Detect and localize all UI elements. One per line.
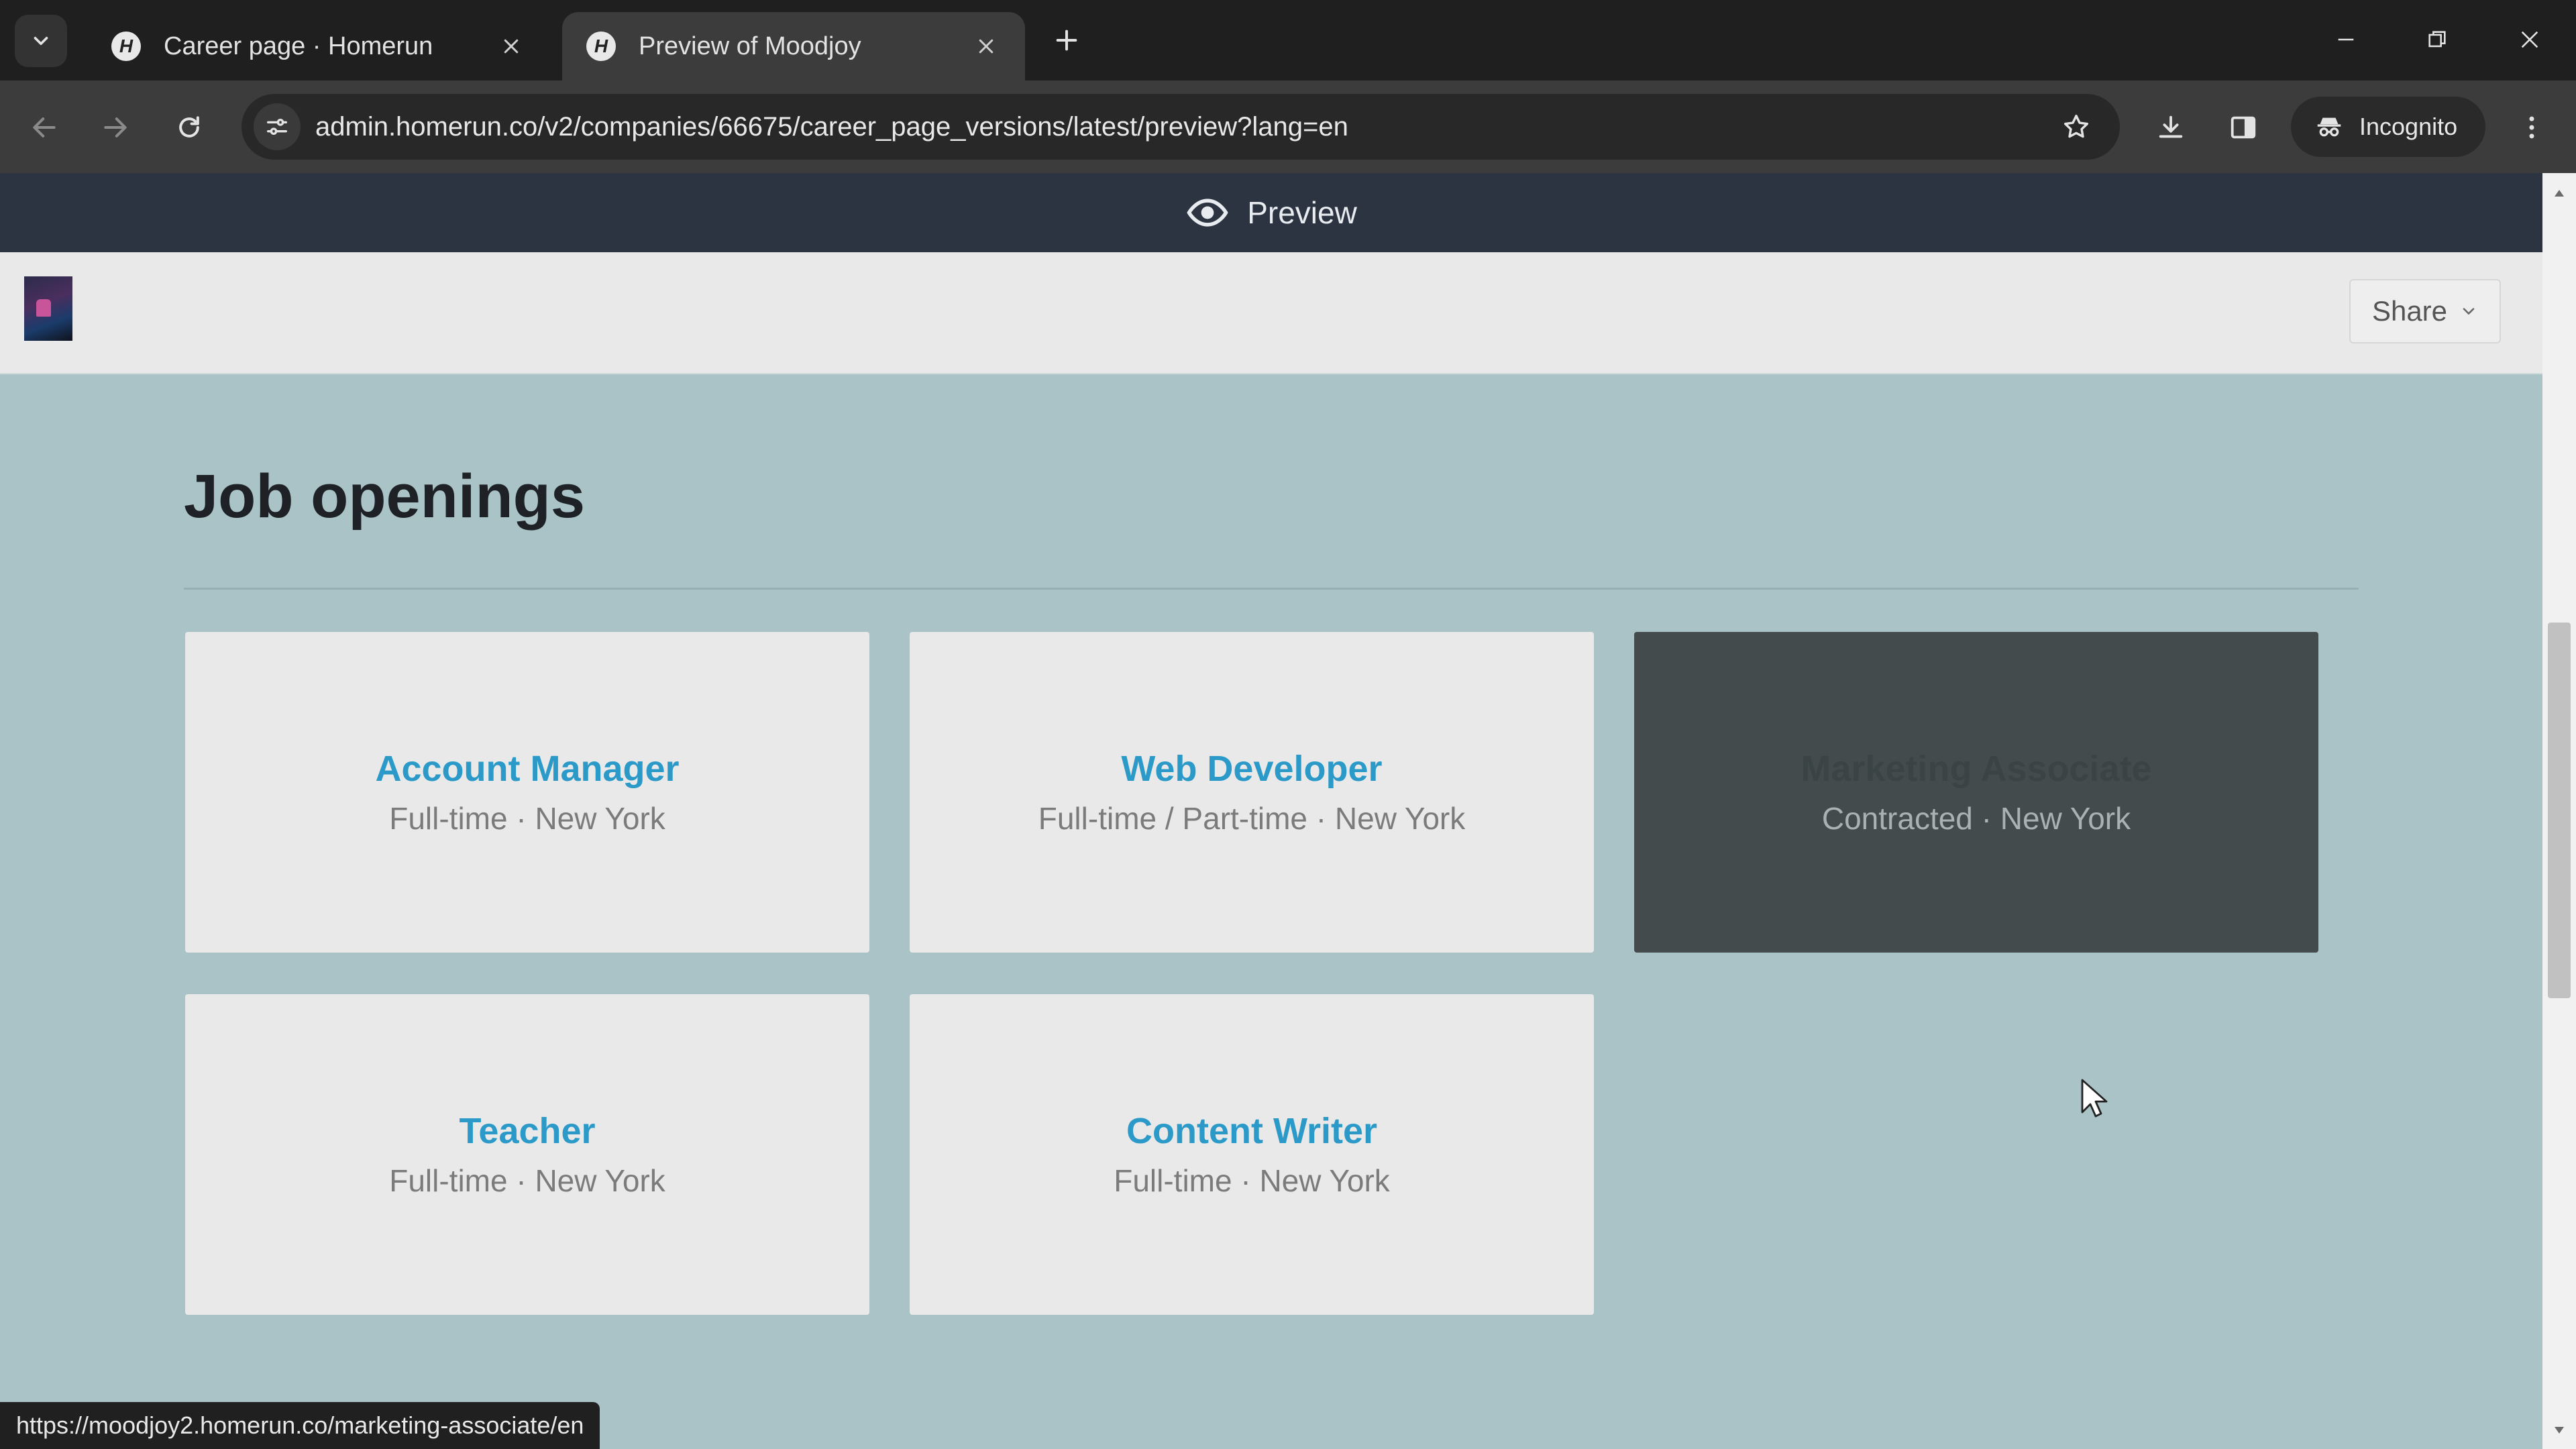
incognito-profile-button[interactable]: Incognito — [2291, 97, 2485, 157]
job-meta: Full-time · New York — [389, 1163, 665, 1198]
plus-icon — [1056, 30, 1077, 51]
bookmark-button[interactable] — [2053, 103, 2100, 150]
download-icon — [2159, 115, 2183, 138]
arrow-left-icon — [33, 117, 56, 138]
job-title[interactable]: Web Developer — [1121, 747, 1382, 791]
job-card-account-manager[interactable]: Account Manager Full-time · New York — [185, 632, 869, 953]
preview-label: Preview — [1247, 195, 1357, 230]
side-panel-icon — [2231, 116, 2256, 139]
section-title: Job openings — [184, 462, 585, 531]
close-icon — [979, 39, 994, 54]
site-info-button[interactable] — [254, 103, 301, 150]
tab-search-button[interactable] — [15, 15, 67, 67]
homerun-favicon-icon: H — [111, 32, 141, 61]
minimize-button[interactable] — [2316, 16, 2376, 63]
new-tab-button[interactable] — [1046, 20, 1087, 60]
share-label: Share — [2371, 295, 2448, 327]
close-tab-button[interactable] — [971, 32, 1001, 61]
share-button[interactable]: Share — [2349, 279, 2501, 343]
star-icon — [2063, 114, 2089, 138]
address-bar[interactable]: admin.homerun.co/v2/companies/66675/care… — [241, 94, 2120, 160]
close-tab-button[interactable] — [496, 32, 526, 61]
job-meta: Full-time / Part-time · New York — [1038, 800, 1466, 836]
url-text[interactable]: admin.homerun.co/v2/companies/66675/care… — [315, 94, 1348, 160]
job-title[interactable]: Teacher — [459, 1110, 595, 1153]
career-site-header: Share — [0, 252, 2542, 374]
browser-menu-button[interactable] — [2505, 101, 2559, 154]
job-meta: Full-time · New York — [389, 800, 665, 836]
incognito-label: Incognito — [2359, 113, 2458, 140]
page-scrollbar[interactable] — [2542, 173, 2576, 1449]
tab-career-page[interactable]: H Career page · Homerun — [87, 12, 550, 80]
tune-icon — [267, 119, 287, 136]
tab-title: Preview of Moodjoy — [639, 32, 861, 60]
tab-strip: H Career page · Homerun H Preview of Moo… — [0, 0, 2576, 80]
side-panel-button[interactable] — [2216, 101, 2270, 154]
eye-icon — [1185, 191, 1230, 235]
back-button[interactable] — [17, 101, 71, 154]
close-icon — [2521, 31, 2538, 48]
triangle-down-icon — [2555, 1427, 2564, 1434]
job-card-teacher[interactable]: Teacher Full-time · New York — [185, 994, 869, 1315]
job-meta: Full-time · New York — [1114, 1163, 1390, 1198]
section-divider — [184, 588, 2359, 590]
more-vertical-icon — [2529, 116, 2534, 139]
forward-button[interactable] — [89, 101, 142, 154]
link-status-bubble: https://moodjoy2.homerun.co/marketing-as… — [0, 1402, 600, 1449]
scroll-down-button[interactable] — [2542, 1415, 2576, 1445]
arrow-right-icon — [104, 117, 127, 138]
chevron-down-icon — [34, 36, 48, 46]
preview-bar: Preview — [0, 173, 2542, 252]
job-card-web-developer[interactable]: Web Developer Full-time / Part-time · Ne… — [910, 632, 1594, 953]
close-icon — [504, 39, 519, 54]
triangle-up-icon — [2555, 190, 2564, 197]
minimize-icon — [2338, 38, 2354, 41]
tab-title: Career page · Homerun — [164, 32, 433, 60]
mouse-cursor-icon — [2081, 1079, 2108, 1118]
job-card-marketing-associate[interactable]: Marketing Associate Contracted · New Yor… — [1634, 632, 2318, 953]
close-window-button[interactable] — [2500, 16, 2560, 63]
job-title[interactable]: Marketing Associate — [1801, 747, 2151, 791]
browser-toolbar: admin.homerun.co/v2/companies/66675/care… — [0, 80, 2576, 173]
job-title[interactable]: Account Manager — [375, 747, 679, 791]
company-logo[interactable] — [24, 276, 72, 341]
homerun-favicon-icon: H — [586, 32, 616, 61]
restore-button[interactable] — [2407, 16, 2467, 63]
incognito-icon — [2317, 117, 2341, 137]
job-card-content-writer[interactable]: Content Writer Full-time · New York — [910, 994, 1594, 1315]
restore-icon — [2428, 31, 2446, 48]
chevron-down-icon — [2459, 302, 2478, 321]
scroll-thumb[interactable] — [2548, 623, 2571, 998]
reload-icon — [179, 116, 199, 138]
tab-preview-moodjoy[interactable]: H Preview of Moodjoy — [562, 12, 1025, 80]
job-title[interactable]: Content Writer — [1126, 1110, 1377, 1153]
scroll-up-button[interactable] — [2542, 178, 2576, 208]
job-meta: Contracted · New York — [1821, 800, 2131, 836]
downloads-button[interactable] — [2144, 101, 2198, 154]
reload-button[interactable] — [162, 101, 216, 154]
page-viewport: Preview Share Job openings Account Manag… — [0, 173, 2542, 1449]
